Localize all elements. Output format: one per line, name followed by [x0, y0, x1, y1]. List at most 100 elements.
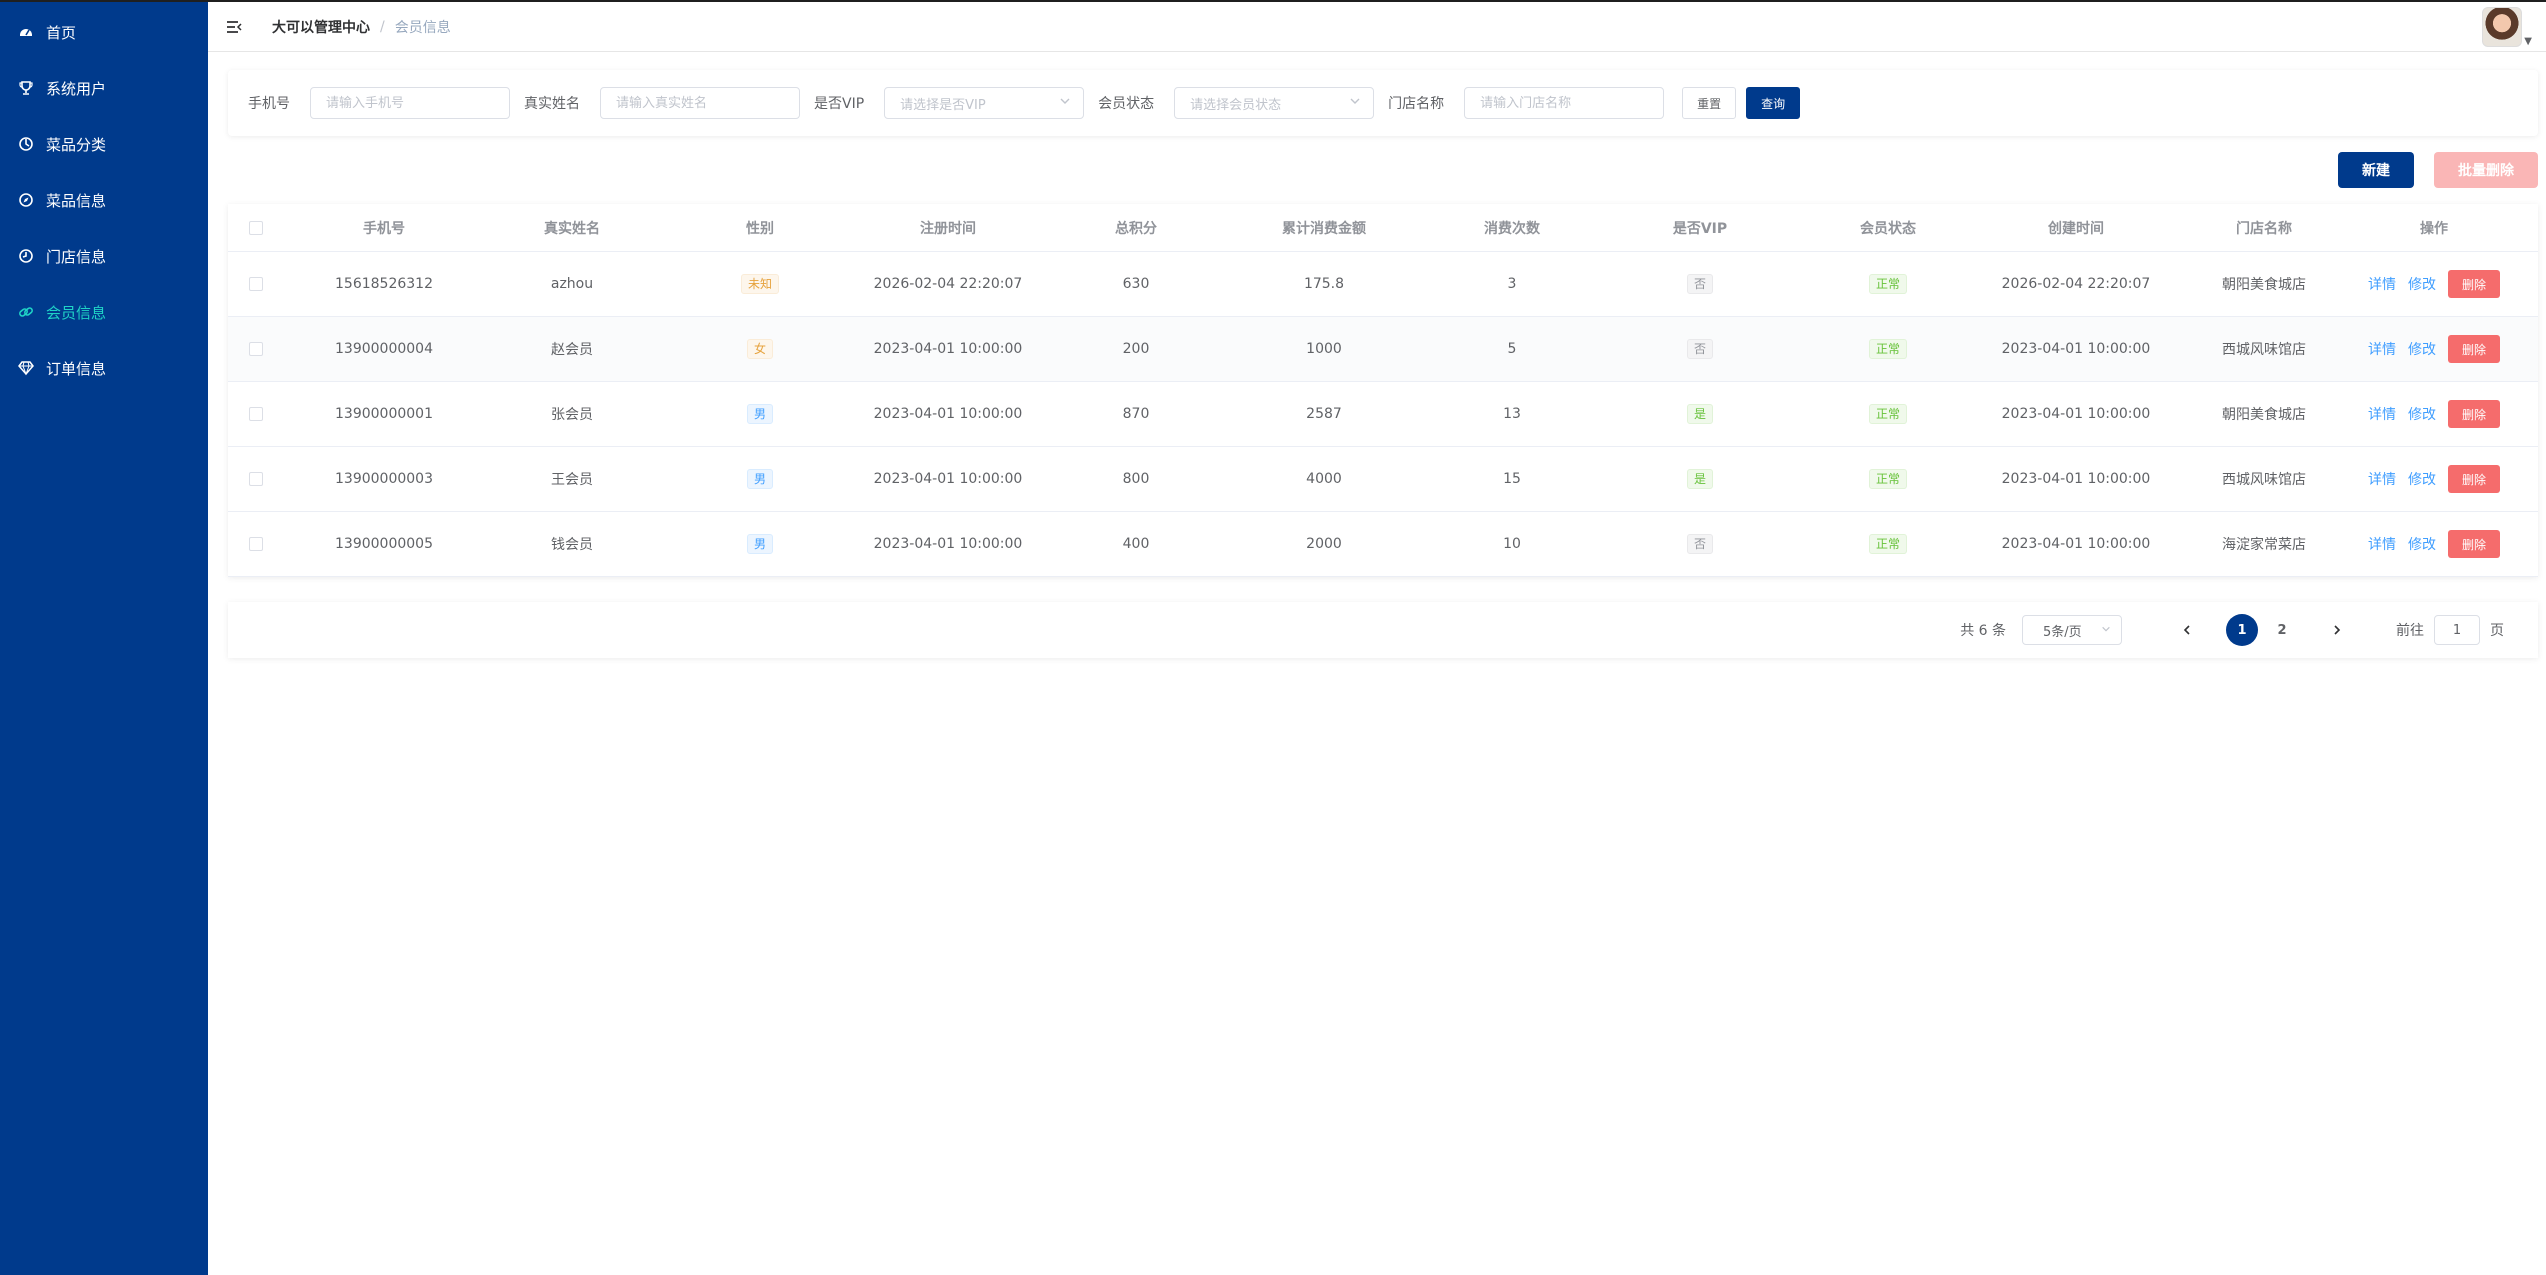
delete-button[interactable]: 删除 [2447, 270, 2500, 298]
edit-link[interactable]: 修改 [2408, 469, 2436, 489]
gender-tag: 男 [746, 534, 773, 554]
row-checkbox[interactable] [249, 277, 263, 291]
status-badge: 正常 [1868, 339, 1907, 359]
cell-register-time: 2026-02-04 22:20:07 [873, 276, 1023, 292]
cell-created-time: 2023-04-01 10:00:00 [2001, 536, 2151, 552]
cell-visit-count: 5 [1507, 341, 1517, 357]
sidebar-item-dish-info[interactable]: 菜品信息 [0, 172, 208, 228]
page-2-button[interactable]: 2 [2266, 614, 2298, 646]
cell-store: 朝阳美食城店 [2222, 407, 2306, 423]
cell-actions: 详情 修改 删除 [2364, 530, 2504, 558]
store-name-input[interactable] [1464, 87, 1665, 119]
cell-points: 630 [1122, 276, 1150, 292]
cell-total-spent: 1000 [1306, 341, 1342, 357]
row-checkbox[interactable] [249, 407, 263, 421]
status-badge: 正常 [1868, 469, 1907, 489]
delete-button[interactable]: 删除 [2447, 465, 2500, 493]
gender-tag: 男 [746, 404, 773, 424]
page-1-button[interactable]: 1 [2226, 614, 2258, 646]
next-page-button[interactable] [2322, 615, 2352, 645]
cell-visit-count: 13 [1503, 406, 1521, 422]
cell-real-name: 钱会员 [551, 537, 593, 553]
cell-actions: 详情 修改 删除 [2364, 400, 2504, 428]
edit-link[interactable]: 修改 [2408, 339, 2436, 359]
cell-phone: 15618526312 [335, 276, 433, 292]
detail-link[interactable]: 详情 [2368, 404, 2396, 424]
chevron-down-icon [2101, 623, 2111, 638]
cell-points: 400 [1122, 536, 1150, 552]
avatar[interactable] [2482, 7, 2523, 47]
sidebar-item-label: 会员信息 [46, 303, 107, 322]
sidebar-item-dish-category[interactable]: 菜品分类 [0, 116, 208, 172]
select-all-checkbox[interactable] [249, 220, 263, 235]
diamond-icon [16, 358, 36, 378]
vip-select[interactable]: 请选择是否VIP [884, 87, 1085, 119]
batch-delete-button[interactable]: 批量删除 [2434, 152, 2538, 188]
user-menu[interactable]: ▼ [2482, 7, 2532, 47]
column-header-register-time: 注册时间 [920, 220, 976, 237]
cell-gender: 男 [660, 404, 860, 424]
filter-bar: 手机号 真实姓名 是否VIP 请选择是否VIP 会员状态 请选择会员状态 门店名… [228, 70, 2538, 136]
sidebar-item-order-info[interactable]: 订单信息 [0, 340, 208, 396]
row-select-cell [228, 472, 284, 486]
table-row: 13900000001 张会员 男 2023-04-01 10:00:00 87… [228, 382, 2538, 447]
edit-link[interactable]: 修改 [2408, 534, 2436, 554]
column-header-created-time: 创建时间 [2048, 220, 2104, 237]
sidebar-item-home[interactable]: 首页 [0, 4, 208, 60]
cell-visit-count: 15 [1503, 471, 1521, 487]
compass-icon [16, 190, 36, 210]
cell-status: 正常 [1788, 469, 1988, 489]
sidebar-item-member-info[interactable]: 会员信息 [0, 284, 208, 340]
column-header-visit-count: 消费次数 [1484, 220, 1540, 237]
table-header: 手机号 真实姓名 性别 注册时间 总积分 累计消费金额 消费次数 是否VIP 会… [228, 204, 2538, 252]
caret-down-icon[interactable]: ▼ [2524, 36, 2532, 47]
cell-created-time: 2026-02-04 22:20:07 [2001, 276, 2151, 292]
cell-real-name: 王会员 [551, 472, 593, 488]
member-table: 手机号 真实姓名 性别 注册时间 总积分 累计消费金额 消费次数 是否VIP 会… [228, 204, 2538, 577]
breadcrumb-home[interactable]: 大可以管理中心 [272, 17, 370, 37]
real-name-input[interactable] [600, 87, 800, 119]
row-checkbox[interactable] [249, 342, 263, 356]
search-button[interactable]: 查询 [1746, 87, 1801, 119]
detail-link[interactable]: 详情 [2368, 339, 2396, 359]
sidebar-item-label: 菜品信息 [46, 191, 107, 210]
cell-gender: 女 [660, 339, 860, 359]
new-button[interactable]: 新建 [2338, 152, 2414, 188]
jump-page-input[interactable] [2434, 615, 2480, 645]
cell-status: 正常 [1788, 404, 1988, 424]
phone-input[interactable] [310, 87, 510, 119]
prev-page-button[interactable] [2172, 615, 2202, 645]
detail-link[interactable]: 详情 [2368, 469, 2396, 489]
gender-tag: 未知 [740, 274, 779, 294]
reset-button[interactable]: 重置 [1682, 87, 1737, 119]
cell-points: 800 [1122, 471, 1150, 487]
vip-tag: 是 [1686, 404, 1713, 424]
member-status-select[interactable]: 请选择会员状态 [1174, 87, 1375, 119]
cell-real-name: azhou [550, 276, 594, 292]
delete-button[interactable]: 删除 [2447, 335, 2500, 363]
column-header-real-name: 真实姓名 [544, 220, 600, 237]
row-checkbox[interactable] [249, 472, 263, 486]
page-size-select[interactable]: 5条/页 [2022, 615, 2122, 645]
edit-link[interactable]: 修改 [2408, 404, 2436, 424]
detail-link[interactable]: 详情 [2368, 274, 2396, 294]
pagination-total: 共 6 条 [1960, 623, 2006, 639]
sidebar-item-system-users[interactable]: 系统用户 [0, 60, 208, 116]
menu-toggle-icon[interactable] [224, 17, 244, 37]
cell-register-time: 2023-04-01 10:00:00 [873, 471, 1023, 487]
vip-tag: 否 [1686, 534, 1713, 554]
edit-link[interactable]: 修改 [2408, 274, 2436, 294]
cell-created-time: 2023-04-01 10:00:00 [2001, 471, 2151, 487]
sidebar-item-store-info[interactable]: 门店信息 [0, 228, 208, 284]
delete-button[interactable]: 删除 [2447, 530, 2500, 558]
row-select-cell [228, 342, 284, 356]
cell-status: 正常 [1788, 339, 1988, 359]
table-row: 13900000004 赵会员 女 2023-04-01 10:00:00 20… [228, 317, 2538, 382]
detail-link[interactable]: 详情 [2368, 534, 2396, 554]
cell-register-time: 2023-04-01 10:00:00 [873, 536, 1023, 552]
row-checkbox[interactable] [249, 537, 263, 551]
cell-phone: 13900000005 [335, 536, 433, 552]
cell-vip: 是 [1612, 469, 1788, 489]
delete-button[interactable]: 删除 [2447, 400, 2500, 428]
column-header-total-spent: 累计消费金额 [1282, 220, 1366, 237]
